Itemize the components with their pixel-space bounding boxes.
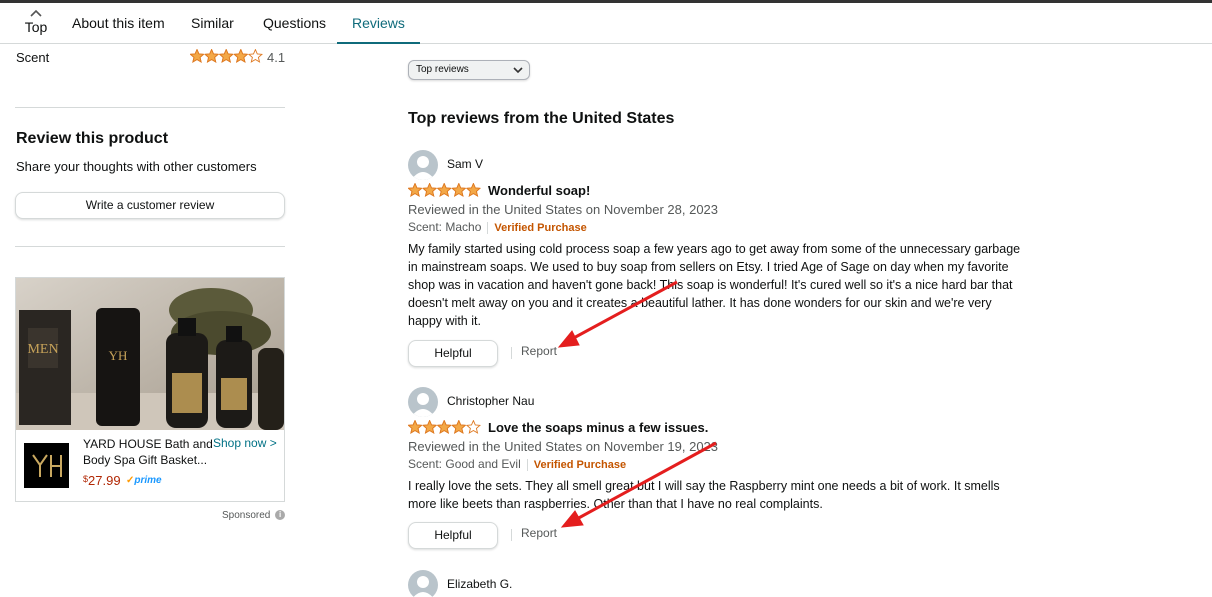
tab-similar[interactable]: Similar (191, 3, 234, 44)
prime-badge: ✓prime (126, 475, 162, 486)
star-icon (204, 48, 220, 63)
ad-product-image[interactable]: MEN YH (16, 278, 284, 430)
review-scent[interactable]: Scent: Macho (408, 220, 481, 234)
ad-brand-logo[interactable] (24, 443, 69, 488)
verified-purchase-badge: Verified Purchase (494, 222, 587, 234)
star-icon (465, 419, 481, 434)
svg-text:YH: YH (109, 348, 128, 363)
ad-price: $27.99 (83, 473, 121, 488)
chevron-down-icon (513, 64, 523, 82)
report-link[interactable]: Report (521, 526, 557, 540)
review-product-heading: Review this product (16, 130, 169, 147)
review-title[interactable]: Wonderful soap! (488, 183, 590, 198)
chevron-up-icon (16, 5, 56, 19)
tab-reviews[interactable]: Reviews (337, 3, 420, 44)
divider (15, 246, 285, 247)
review-stars[interactable] (407, 419, 481, 439)
sort-dropdown-value: Top reviews (416, 64, 469, 75)
star-icon (451, 419, 467, 434)
tab-top-label: Top (24, 19, 48, 35)
svg-text:MEN: MEN (27, 342, 58, 357)
review-meta: Scent: Good and Evil Verified Purchase (408, 457, 626, 471)
sponsored-text: Sponsored (222, 510, 271, 521)
star-icon (233, 48, 249, 63)
scent-stars (189, 48, 263, 66)
price-value: 27.99 (88, 473, 121, 488)
separator (526, 458, 528, 471)
tab-about-this-item[interactable]: About this item (72, 3, 165, 44)
avatar[interactable] (408, 570, 438, 597)
separator (487, 221, 489, 234)
scent-label: Scent (16, 50, 50, 65)
reviewer-name[interactable]: Sam V (447, 157, 483, 171)
review-date: Reviewed in the United States on Novembe… (408, 202, 719, 217)
star-icon (407, 419, 423, 434)
separator (511, 347, 512, 359)
ad-shop-now-link[interactable]: Shop now > (213, 436, 277, 450)
star-icon (436, 419, 452, 434)
review-item: Elizabeth G. (408, 570, 1048, 597)
sort-dropdown[interactable]: Top reviews (408, 60, 530, 80)
helpful-button[interactable]: Helpful (408, 340, 498, 367)
avatar[interactable] (408, 387, 438, 417)
star-icon (451, 182, 467, 197)
top-reviews-heading: Top reviews from the United States (408, 110, 675, 127)
info-icon[interactable]: i (275, 510, 286, 521)
price-currency: $ (83, 474, 89, 484)
star-icon (407, 182, 423, 197)
tab-questions[interactable]: Questions (263, 3, 326, 44)
report-link[interactable]: Report (521, 344, 557, 358)
review-body: I really love the sets. They all smell g… (408, 479, 1000, 511)
tab-bar: Top About this item Similar Questions Re… (0, 3, 1212, 44)
review-stars[interactable] (407, 182, 481, 202)
review-meta: Scent: Macho Verified Purchase (408, 220, 587, 234)
review-item: Christopher Nau Love the soaps minus a f… (407, 387, 1048, 552)
review-product-subtext: Share your thoughts with other customers (16, 159, 257, 174)
separator (511, 529, 512, 541)
star-icon (465, 182, 481, 197)
star-icon (422, 182, 438, 197)
prime-label: prime (134, 475, 162, 486)
reviewer-name[interactable]: Christopher Nau (447, 394, 534, 408)
star-icon (218, 48, 234, 63)
scent-rating-row: Scent 4.1 (16, 48, 286, 69)
avatar[interactable] (408, 150, 438, 180)
tab-top[interactable]: Top (16, 5, 56, 43)
sponsored-label[interactable]: Sponsored i (222, 510, 286, 521)
review-scent[interactable]: Scent: Good and Evil (408, 457, 521, 471)
review-body: My family started using cold process soa… (408, 242, 1021, 328)
star-icon (189, 48, 205, 63)
ad-product-title[interactable]: YARD HOUSE Bath and Body Spa Gift Basket… (83, 436, 213, 468)
helpful-button[interactable]: Helpful (408, 522, 498, 549)
star-icon (436, 182, 452, 197)
divider (15, 107, 285, 108)
write-review-button[interactable]: Write a customer review (15, 192, 285, 219)
review-item: Sam V Wonderful soap! Reviewed in the Un… (407, 150, 1048, 370)
review-date: Reviewed in the United States on Novembe… (408, 439, 719, 454)
star-icon (247, 48, 263, 63)
verified-purchase-badge: Verified Purchase (533, 459, 627, 471)
reviewer-name[interactable]: Elizabeth G. (447, 577, 512, 591)
star-icon (422, 419, 438, 434)
scent-rating-value: 4.1 (267, 50, 286, 65)
sponsored-ad[interactable]: MEN YH YARD HOUSE Bath and Body Spa Gift… (15, 277, 285, 502)
review-title[interactable]: Love the soaps minus a few issues. (488, 420, 708, 435)
